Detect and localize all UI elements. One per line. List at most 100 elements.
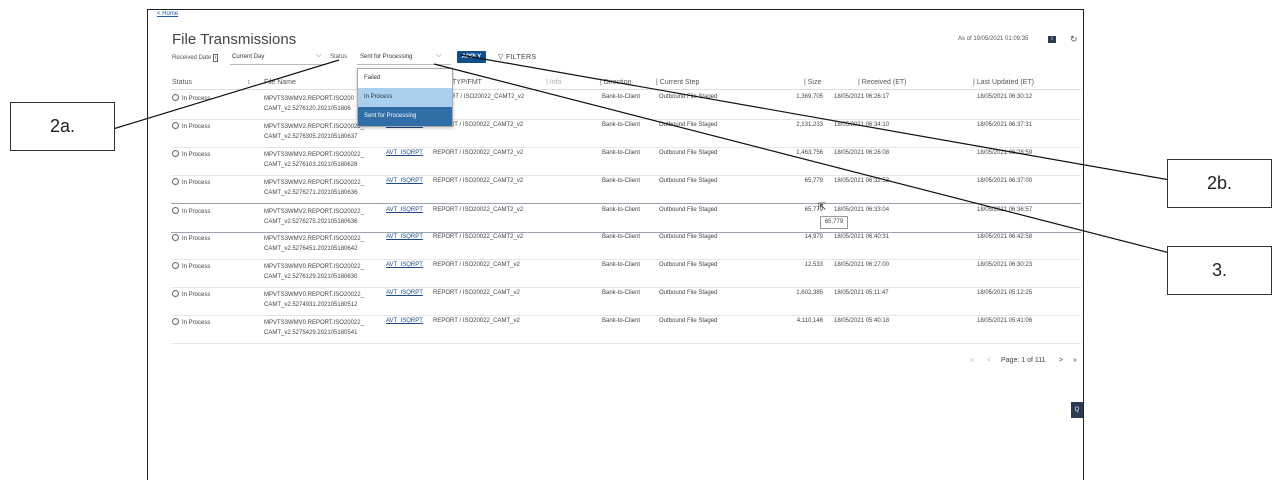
- status-option-sent-for-processing[interactable]: Sent for Processing: [358, 107, 452, 126]
- row-direction: Bank-to-Client: [602, 207, 641, 213]
- table-row[interactable]: In Process MPVTS3WMV0.REPORT.ISO20022_ CAM…: [171, 259, 1081, 288]
- row-size: 4,110,146: [796, 318, 823, 324]
- last-page-button[interactable]: »: [1073, 357, 1077, 364]
- prev-page-button[interactable]: <: [987, 357, 991, 364]
- status-filter-value[interactable]: Sent for Processing: [360, 54, 412, 60]
- row-last-updated: 18/05/2021 06:36:57: [977, 207, 1033, 213]
- table-row[interactable]: In Process MPVTS3WMV0.REPORT.ISO20022_ CAM…: [171, 287, 1081, 316]
- col-header-info: | Info: [546, 79, 562, 86]
- row-link[interactable]: AVT_ISQRPT: [386, 234, 423, 240]
- callout-3: 3.: [1167, 246, 1272, 295]
- row-file-name[interactable]: MPVTS3WMV0.REPORT.ISO20022_ CAMT_v2.52761…: [264, 262, 364, 282]
- row-status: In Process: [172, 318, 210, 326]
- row-direction: Bank-to-Client: [602, 262, 641, 268]
- row-current-step: Outbound File Staged: [659, 150, 718, 156]
- size-tooltip: 65,779: [820, 216, 848, 229]
- row-received: 18/05/2021 06:33:04: [834, 207, 890, 213]
- row-file-name[interactable]: MPVTS3WMV2.REPORT.ISO20022_ CAMT_v2.52763…: [264, 122, 364, 142]
- row-link[interactable]: AVT_ISQRPT: [386, 178, 423, 184]
- col-header-typ-fmt[interactable]: TYP/FMT: [452, 79, 482, 86]
- status-chevron-down-icon[interactable]: ⌵: [436, 52, 441, 60]
- row-direction: Bank-to-Client: [602, 178, 641, 184]
- apply-button[interactable]: APPLY: [457, 51, 486, 63]
- callout-2a: 2a.: [10, 102, 115, 151]
- col-header-status[interactable]: Status: [172, 79, 192, 86]
- col-header-size[interactable]: | Size: [804, 79, 821, 86]
- row-received: 18/05/2021 05:11:47: [834, 290, 889, 296]
- row-status: In Process: [172, 234, 210, 242]
- row-current-step: Outbound File Staged: [659, 178, 718, 184]
- row-file-name[interactable]: MPVTS3WMV2.REPORT.ISO20022_ CAMT_v2.52764…: [264, 234, 364, 254]
- row-size: 65,779: [804, 178, 823, 184]
- row-current-step: Outbound File Staged: [659, 94, 718, 100]
- received-date-chevron-down-icon[interactable]: ⌵: [316, 52, 321, 60]
- row-direction: Bank-to-Client: [602, 318, 641, 324]
- info-icon[interactable]: i: [1048, 36, 1056, 43]
- home-link[interactable]: < Home: [157, 11, 178, 17]
- col-header-received[interactable]: | Received (ET): [858, 79, 907, 86]
- page-title: File Transmissions: [172, 31, 297, 48]
- received-date-value[interactable]: Current Day: [232, 54, 264, 60]
- filters-button[interactable]: ▽ FILTERS: [498, 53, 536, 61]
- clock-icon: [172, 207, 179, 214]
- received-date-info-icon[interactable]: i: [213, 54, 219, 62]
- col-header-direction[interactable]: | Direction: [600, 79, 631, 86]
- row-status: In Process: [172, 94, 210, 102]
- clock-icon: [172, 122, 179, 129]
- row-status: In Process: [172, 262, 210, 270]
- col-header-current-step[interactable]: | Current Step: [656, 79, 699, 86]
- refresh-icon[interactable]: ↻: [1070, 34, 1078, 45]
- row-link[interactable]: AVT_ISQRPT: [386, 207, 423, 213]
- table-row[interactable]: In Process MPVTS3WMV2.REPORT.ISO20022_ CAM…: [171, 147, 1081, 176]
- row-status: In Process: [172, 207, 210, 215]
- table-row[interactable]: In Process MPVTS3WMV2.REPORT.ISO20022_ CAM…: [171, 119, 1081, 148]
- row-size: 1,602,385: [796, 290, 823, 296]
- row-last-updated: 18/05/2021 06:37:31: [977, 122, 1033, 128]
- clock-icon: [172, 290, 179, 297]
- row-size: 14,979: [804, 234, 823, 240]
- row-typ-fmt: REPORT / ISO20022_CAMT_v2: [433, 262, 520, 268]
- row-link[interactable]: AVT_ISQRPT: [386, 290, 423, 296]
- col-header-last-updated[interactable]: | Last Updated (ET): [973, 79, 1034, 86]
- row-file-name[interactable]: MPVTS3WMV2.REPORT.ISO20022_ CAMT_v2.52762…: [264, 178, 364, 198]
- page-indicator: Page: 1 of 111: [1001, 357, 1046, 364]
- row-size: 12,533: [804, 262, 823, 268]
- row-file-name[interactable]: MPVTS3WMV2.REPORT.ISO200 CAMT_v2.5276120.…: [264, 94, 354, 114]
- row-file-name[interactable]: MPVTS3WMV0.REPORT.ISO20022_ CAMT_v2.52754…: [264, 318, 364, 338]
- row-current-step: Outbound File Staged: [659, 318, 718, 324]
- row-status: In Process: [172, 122, 210, 130]
- row-direction: Bank-to-Client: [602, 150, 641, 156]
- status-option-in-process[interactable]: In Process: [358, 88, 452, 107]
- table-row[interactable]: In Process MPVTS3WMV0.REPORT.ISO20022_ CAM…: [171, 315, 1081, 344]
- row-file-name[interactable]: MPVTS3WMV2.REPORT.ISO20022_ CAMT_v2.52761…: [264, 150, 364, 170]
- chat-button[interactable]: Q Ch: [1071, 402, 1083, 429]
- row-size: 2,131,233: [796, 122, 823, 128]
- table-row[interactable]: In Process MPVTS3WMV2.REPORT.ISO20022_ CAM…: [171, 203, 1081, 233]
- row-last-updated: 18/05/2021 06:42:58: [977, 234, 1033, 240]
- sort-icon[interactable]: ↕: [247, 79, 251, 86]
- table-row[interactable]: In Process MPVTS3WMV2.REPORT.ISO200 CAMT_v…: [171, 91, 1081, 120]
- row-typ-fmt: REPORT / ISO20022_CAMT_v2: [433, 318, 520, 324]
- row-link[interactable]: AVT_ISQRPT: [386, 262, 423, 268]
- clock-icon: [172, 262, 179, 269]
- status-underline: [357, 64, 451, 65]
- row-size: 1,463,756: [796, 150, 823, 156]
- funnel-icon: ▽: [498, 54, 504, 61]
- col-header-file-name[interactable]: File Name: [264, 79, 296, 86]
- received-date-label: Received Date i: [172, 54, 219, 62]
- row-file-name[interactable]: MPVTS3WMV0.REPORT.ISO20022_ CAMT_v2.52749…: [264, 290, 364, 310]
- row-direction: Bank-to-Client: [602, 234, 641, 240]
- status-option-failed[interactable]: Failed: [358, 69, 452, 88]
- next-page-button[interactable]: >: [1059, 357, 1063, 364]
- row-typ-fmt: REPORT / ISO20022_CAMT2_v2: [433, 234, 524, 240]
- table-row[interactable]: In Process MPVTS3WMV2.REPORT.ISO20022_ CAM…: [171, 231, 1081, 260]
- first-page-button[interactable]: «: [970, 357, 974, 364]
- row-link[interactable]: AVT_ISQRPT: [386, 150, 423, 156]
- row-typ-fmt: REPORT / ISO20022_CAMT2_v2: [433, 207, 524, 213]
- row-last-updated: 18/05/2021 06:30:12: [977, 94, 1033, 100]
- mouse-cursor-icon: ⇱: [818, 202, 827, 213]
- row-direction: Bank-to-Client: [602, 94, 641, 100]
- row-file-name[interactable]: MPVTS3WMV2.REPORT.ISO20022_ CAMT_v2.52762…: [264, 207, 364, 227]
- row-link[interactable]: AVT_ISQRPT: [386, 318, 423, 324]
- table-row[interactable]: In Process MPVTS3WMV2.REPORT.ISO20022_ CAM…: [171, 175, 1081, 204]
